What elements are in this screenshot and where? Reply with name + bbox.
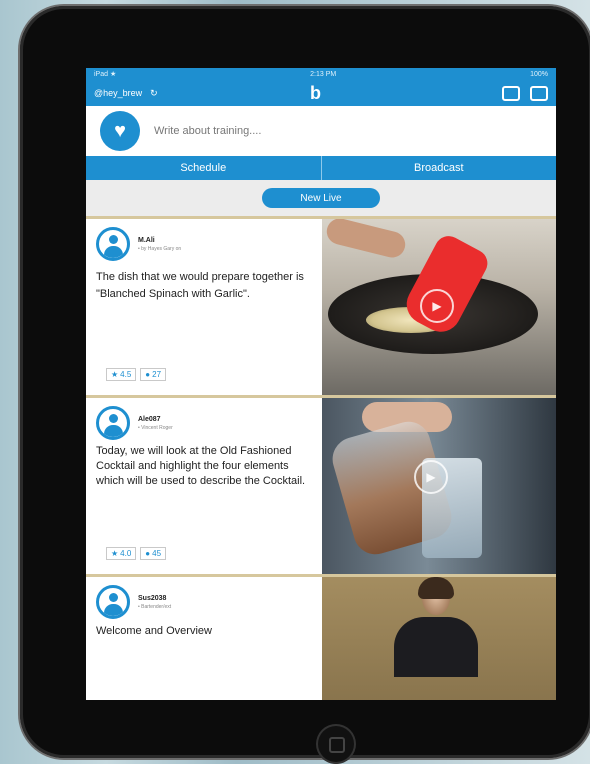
inbox-icon[interactable] (530, 85, 548, 101)
tab-broadcast[interactable]: Broadcast (320, 156, 557, 180)
status-bar: iPad ★ 2:13 PM 100% (86, 68, 556, 80)
post-video-thumbnail[interactable]: ▶ (322, 398, 556, 574)
star-icon: ★ (111, 549, 119, 558)
post-username[interactable]: M.Ali (138, 237, 181, 244)
home-button[interactable] (316, 724, 356, 764)
star-icon: ★ (111, 370, 119, 379)
refresh-icon[interactable]: ↻ (150, 88, 158, 99)
username-label[interactable]: @hey_brew (94, 88, 142, 98)
top-navbar: @hey_brew ↻ b (86, 80, 556, 106)
play-icon[interactable]: ▶ (420, 289, 454, 323)
post-subtitle: • Vincent Roger (138, 424, 173, 431)
status-battery: 100% (530, 70, 548, 78)
post-video-thumbnail[interactable] (322, 577, 556, 700)
avatar[interactable] (96, 227, 130, 261)
avatar[interactable] (96, 585, 130, 619)
status-time: 2:13 PM (310, 70, 337, 78)
post-text: Welcome and Overview (96, 625, 212, 637)
post-username[interactable]: Sus2038 (138, 595, 171, 602)
chat-icon[interactable] (502, 85, 520, 101)
compose-bar: ♥ Write about training.... (86, 106, 556, 156)
post-text: Today, we will look at the Old Fashioned… (96, 445, 306, 487)
rating-badge[interactable]: ★ 4.5 (106, 368, 137, 381)
status-carrier: iPad ★ (94, 71, 117, 78)
post-username[interactable]: Ale087 (138, 416, 173, 423)
post-text: The dish that we would prepare together … (96, 271, 304, 300)
app-screen: iPad ★ 2:13 PM 100% @hey_brew ↻ b ♥ Writ… (86, 68, 556, 700)
app-logo: b (310, 83, 321, 103)
live-row: New Live (86, 180, 556, 216)
post-subtitle: • Bartender/ext (138, 603, 172, 610)
tab-bar: Schedule Broadcast (86, 156, 556, 180)
post-subtitle: • by Hayes Gary on (138, 245, 182, 252)
comment-badge[interactable]: ● 27 (140, 368, 167, 381)
feed-post[interactable]: M.Ali • by Hayes Gary on The dish that w… (86, 216, 556, 395)
comment-icon: ● (145, 549, 151, 558)
new-live-button[interactable]: New Live (262, 188, 380, 208)
tab-schedule[interactable]: Schedule (86, 156, 321, 180)
play-icon[interactable]: ▶ (414, 460, 448, 494)
feed-post[interactable]: Sus2038 • Bartender/ext Welcome and Over… (86, 574, 556, 700)
post-video-thumbnail[interactable]: ▶ (322, 219, 556, 395)
profile-avatar[interactable]: ♥ (100, 111, 140, 151)
rating-badge[interactable]: ★ 4.0 (106, 547, 137, 560)
compose-input[interactable]: Write about training.... (154, 125, 542, 137)
feed-post[interactable]: Ale087 • Vincent Roger Today, we will lo… (86, 395, 556, 574)
comment-badge[interactable]: ● 45 (140, 547, 167, 560)
avatar[interactable] (96, 406, 130, 440)
comment-icon: ● (145, 370, 151, 379)
